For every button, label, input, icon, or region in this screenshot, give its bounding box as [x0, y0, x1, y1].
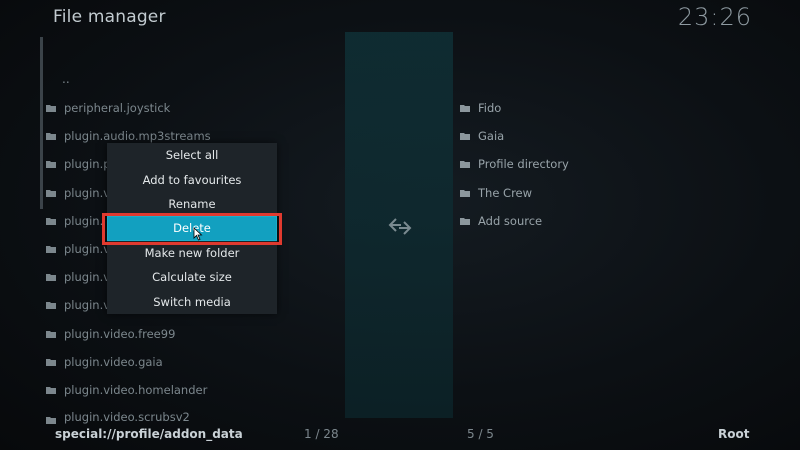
list-item[interactable]: plugin.video.gaia [46, 348, 296, 376]
list-item[interactable]: plugin.video.scrubsv2 [46, 404, 296, 425]
list-item-label: plugin.video.free99 [64, 326, 176, 341]
folder-icon [460, 132, 470, 141]
folder-icon [460, 160, 470, 169]
list-item[interactable]: Gaia [460, 122, 660, 150]
annotation-highlight-box [102, 213, 282, 245]
list-item-label: Gaia [478, 129, 505, 144]
list-item-label: plugin.vi [64, 185, 114, 200]
list-item-label: plugin.audio.mp3streams [64, 129, 211, 144]
folder-icon [46, 189, 56, 197]
right-item-count: 5 / 5 [467, 427, 494, 441]
window-title: File manager [53, 7, 166, 27]
parent-folder-item[interactable]: .. [62, 72, 70, 86]
list-item-label: Profile directory [478, 157, 569, 172]
folder-icon [46, 132, 56, 141]
list-item[interactable]: plugin.video.free99 [46, 320, 296, 348]
list-item-label: plugin. [64, 213, 104, 228]
left-pane-scrollbar[interactable] [40, 37, 43, 209]
list-item[interactable]: plugin.video.homelander [46, 376, 296, 404]
list-item-label: The Crew [478, 185, 533, 200]
swap-arrows-icon [387, 216, 413, 236]
list-item-label: plugin.video.homelander [64, 382, 208, 397]
list-item-label: peripheral.joystick [64, 101, 171, 116]
folder-icon [46, 245, 56, 254]
folder-icon [46, 330, 56, 338]
list-item-label: Fido [478, 101, 502, 116]
folder-icon [46, 217, 56, 225]
right-location: Root [718, 427, 750, 441]
list-item-label: plugin.video.scrubsv2 [64, 410, 190, 425]
list-item-label: plugin.vi [64, 270, 114, 285]
list-item-label: Add source [478, 213, 543, 228]
current-path: special://profile/addon_data [55, 427, 243, 441]
folder-icon [46, 301, 56, 310]
folder-icon [460, 104, 470, 113]
list-item-label: plugin.vi [64, 298, 114, 313]
right-pane: Fido Gaia Profile directory The Crew Add… [460, 94, 660, 235]
folder-icon [46, 386, 56, 394]
folder-icon [46, 416, 56, 425]
list-item[interactable]: The Crew [460, 179, 660, 207]
mouse-cursor-icon [193, 226, 203, 241]
folder-icon [46, 358, 56, 366]
list-item-label: plugin.video.gaia [64, 354, 163, 369]
list-item[interactable]: Profile directory [460, 150, 660, 178]
menu-item-select-all[interactable]: Select all [107, 143, 277, 167]
folder-icon [460, 217, 470, 225]
folder-icon [460, 189, 470, 197]
list-item[interactable]: Add source [460, 207, 660, 235]
menu-item-switch-media[interactable]: Switch media [107, 289, 277, 313]
list-item[interactable]: Fido [460, 94, 660, 122]
left-item-count: 1 / 28 [304, 427, 339, 441]
clock: 23:26 [677, 3, 752, 31]
menu-item-add-to-favourites[interactable]: Add to favourites [107, 167, 277, 191]
folder-icon [46, 160, 56, 169]
list-item[interactable]: peripheral.joystick [46, 94, 296, 122]
folder-icon [46, 273, 56, 282]
menu-item-calculate-size[interactable]: Calculate size [107, 265, 277, 289]
folder-icon [46, 104, 56, 113]
